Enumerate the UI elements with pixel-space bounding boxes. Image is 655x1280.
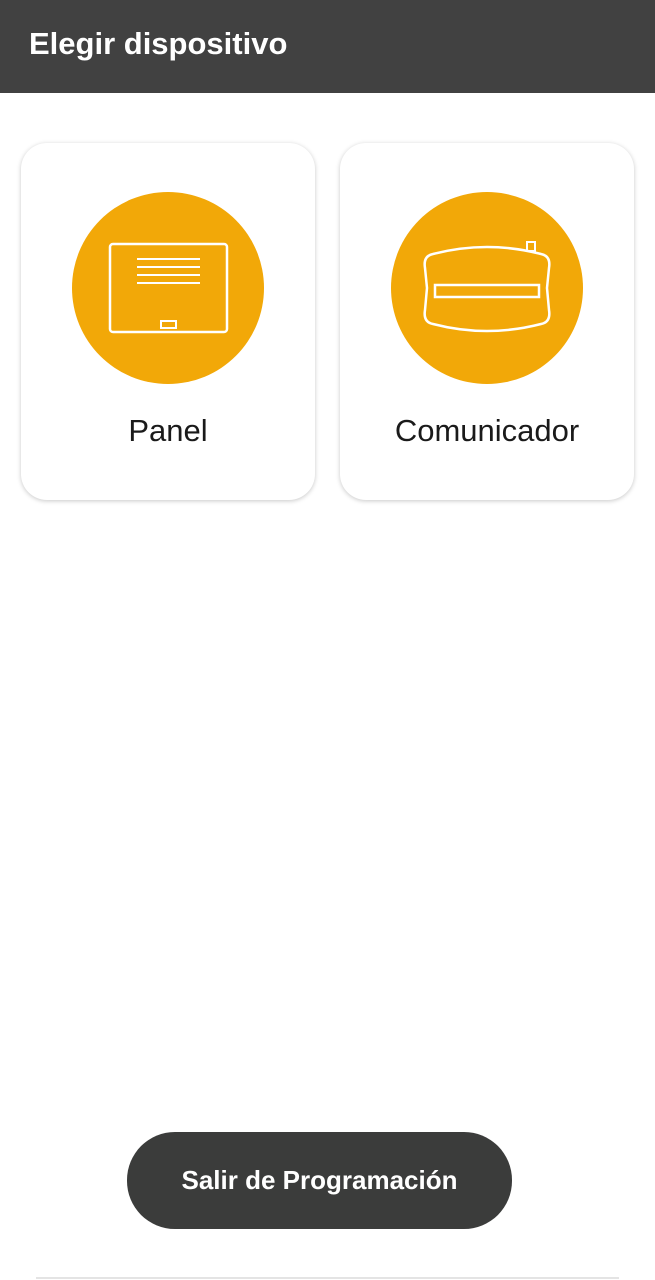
app-bar: Elegir dispositivo [0, 0, 655, 93]
device-label-communicator: Comunicador [394, 413, 580, 448]
bottom-divider [36, 1277, 619, 1279]
communicator-icon [423, 241, 551, 333]
communicator-icon-circle [391, 192, 583, 384]
panel-icon [108, 242, 229, 334]
panel-icon-circle [72, 192, 264, 384]
device-card-panel[interactable]: Panel [21, 143, 315, 500]
exit-programming-button[interactable]: Salir de Programación [127, 1132, 512, 1229]
device-card-communicator[interactable]: Comunicador [340, 143, 634, 500]
device-label-panel: Panel [128, 413, 208, 448]
page-title: Elegir dispositivo [29, 25, 288, 61]
